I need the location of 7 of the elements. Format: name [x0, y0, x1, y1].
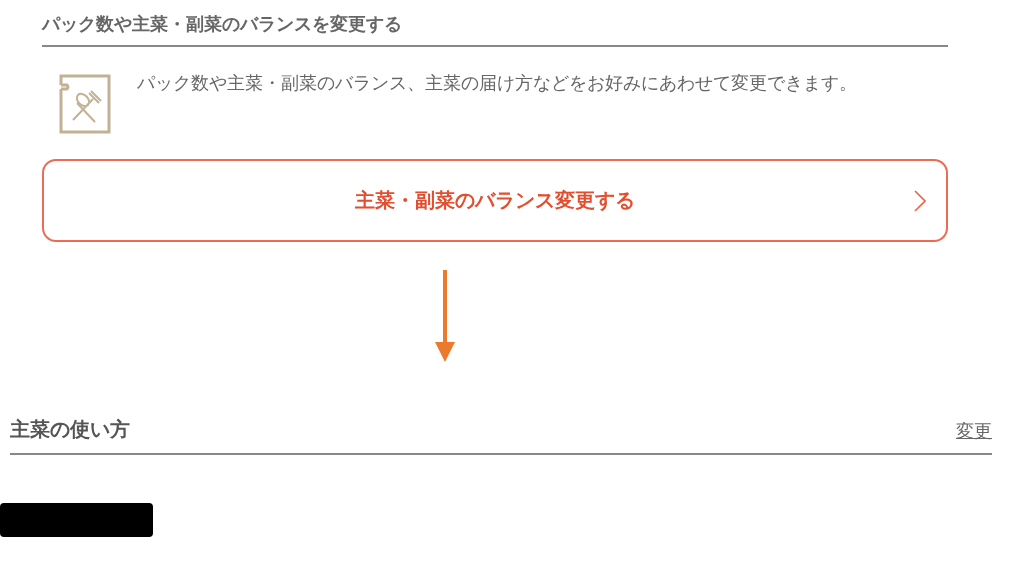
section-title: 主菜の使い方	[10, 416, 130, 443]
description-text: パック数や主菜・副菜のバランス、主菜の届け方などをお好みにあわせて変更できます。	[137, 71, 858, 95]
section-title: パック数や主菜・副菜のバランスを変更する	[42, 12, 948, 47]
balance-change-button[interactable]: 主菜・副菜のバランス変更する	[42, 159, 948, 242]
change-link[interactable]: 変更	[956, 419, 992, 443]
chevron-right-icon	[914, 190, 926, 212]
down-arrow-icon	[434, 270, 456, 362]
